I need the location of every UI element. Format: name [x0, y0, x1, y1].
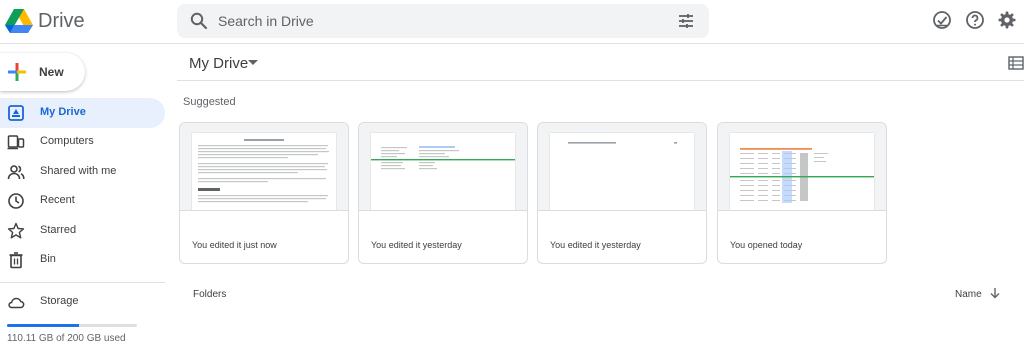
sidebar-item-label: Recent [40, 194, 75, 206]
storage-progress-bar [7, 324, 137, 327]
file-activity-caption: You edited it yesterday [371, 240, 462, 250]
new-button[interactable]: New [0, 53, 85, 91]
sidebar-item-my-drive[interactable]: My Drive [0, 98, 165, 128]
offline-check-icon[interactable] [932, 10, 952, 30]
document-preview [192, 133, 336, 210]
suggested-file-card[interactable]: You edited it yesterday [537, 122, 707, 264]
folders-heading: Folders [193, 289, 227, 300]
search-input[interactable] [218, 4, 658, 38]
file-activity-caption: You edited it just now [192, 240, 277, 250]
document-preview-image [568, 142, 677, 144]
spreadsheet-preview-image [371, 146, 515, 170]
page-title[interactable]: My Drive [189, 55, 248, 72]
document-preview-image [198, 139, 329, 203]
spreadsheet-preview-image [730, 148, 874, 203]
storage-progress-fill [7, 324, 79, 327]
help-icon[interactable] [965, 10, 985, 30]
search-icon[interactable] [189, 11, 209, 31]
file-activity-caption: You opened today [730, 240, 803, 250]
file-thumbnail [359, 123, 527, 211]
sort-by-name-button[interactable]: Name [955, 289, 982, 300]
suggested-file-card[interactable]: You edited it just now [179, 122, 349, 264]
my-drive-icon [8, 105, 24, 121]
sidebar-item-starred[interactable]: Starred [0, 216, 165, 246]
sidebar-item-label: Shared with me [40, 165, 117, 177]
arrow-down-icon[interactable] [989, 287, 1001, 299]
shared-icon [7, 165, 25, 180]
chevron-down-icon[interactable] [248, 60, 258, 66]
settings-icon[interactable] [997, 10, 1017, 30]
list-view-icon[interactable] [1008, 55, 1024, 71]
main-toolbar: My Drive [177, 45, 1024, 81]
sidebar-item-label: Starred [40, 224, 77, 236]
file-activity-caption: You edited it yesterday [550, 240, 641, 250]
sidebar-divider [0, 282, 165, 283]
sidebar-item-label: My Drive [40, 106, 86, 118]
new-button-label: New [39, 65, 64, 79]
suggested-file-card[interactable]: You edited it yesterday [358, 122, 528, 264]
trash-icon [9, 252, 23, 269]
sidebar-item-label: Storage [40, 295, 79, 307]
search-bar[interactable] [177, 4, 709, 38]
file-thumbnail [538, 123, 706, 211]
sidebar-item-storage[interactable]: Storage [0, 287, 165, 317]
star-icon [7, 222, 25, 239]
clock-icon [8, 193, 24, 209]
spreadsheet-preview [371, 133, 515, 210]
storage-used-text: 110.11 GB of 200 GB used [7, 333, 126, 344]
sidebar-item-bin[interactable]: Bin [0, 245, 165, 275]
cloud-icon [8, 297, 25, 309]
app-name[interactable]: Drive [38, 10, 85, 33]
tune-icon[interactable] [676, 11, 696, 31]
sidebar-item-recent[interactable]: Recent [0, 186, 165, 216]
file-thumbnail [718, 123, 886, 211]
sidebar-item-label: Computers [40, 135, 94, 147]
top-bar: Drive [0, 0, 1024, 44]
computers-icon [7, 135, 25, 150]
file-thumbnail [180, 123, 348, 211]
sidebar-item-shared[interactable]: Shared with me [0, 157, 165, 187]
drive-logo-icon[interactable] [4, 8, 34, 34]
document-preview [550, 133, 694, 210]
suggested-file-card[interactable]: You opened today [717, 122, 887, 264]
plus-icon [8, 63, 26, 81]
drive-app: Drive Search in Drive New My Drive Compu… [0, 0, 1024, 346]
suggested-heading: Suggested [183, 96, 236, 108]
sidebar-item-computers[interactable]: Computers [0, 127, 165, 157]
spreadsheet-preview [730, 133, 874, 210]
sidebar-item-label: Bin [40, 253, 56, 265]
